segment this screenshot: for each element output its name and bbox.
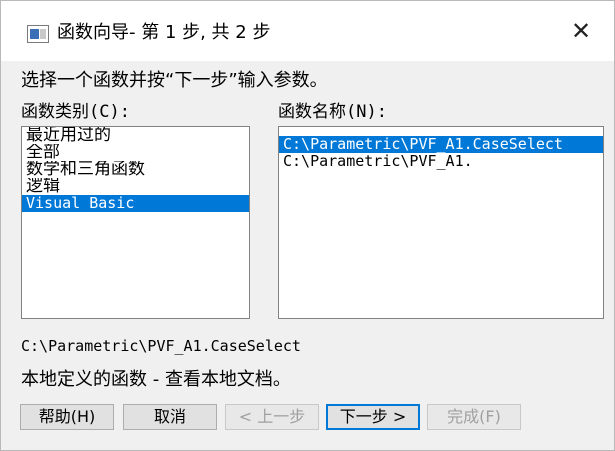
app-icon [27, 25, 49, 43]
selected-function-name: C:\Parametric\PVF_A1.CaseSelect [21, 337, 301, 355]
category-label: 函数类别(C): [21, 102, 130, 122]
category-item-all[interactable]: 全部 [22, 144, 249, 161]
category-item-visual-basic[interactable]: Visual Basic [22, 195, 249, 212]
title-bar[interactable]: 函数向导- 第 1 步, 共 2 步 ✕ [1, 1, 614, 61]
category-item-math[interactable]: 数学和三角函数 [22, 161, 249, 178]
cancel-button[interactable]: 取消 [123, 404, 217, 430]
function-listbox[interactable]: C:\Parametric\PVF_A1.CaseSelect C:\Param… [278, 126, 604, 319]
category-item-recent[interactable]: 最近用过的 [22, 127, 249, 144]
window-title: 函数向导- 第 1 步, 共 2 步 [57, 22, 271, 43]
function-item-caseselect[interactable]: C:\Parametric\PVF_A1.CaseSelect [279, 136, 603, 153]
category-item-logic[interactable]: 逻辑 [22, 178, 249, 195]
category-listbox[interactable]: 最近用过的 全部 数学和三角函数 逻辑 Visual Basic [21, 126, 250, 319]
finish-button[interactable]: 完成(F) [427, 404, 521, 430]
function-description: 本地定义的函数 - 查看本地文档。 [21, 369, 291, 390]
instruction-text: 选择一个函数并按“下一步”输入参数。 [21, 70, 328, 91]
function-wizard-dialog: 函数向导- 第 1 步, 共 2 步 ✕ 选择一个函数并按“下一步”输入参数。 … [0, 0, 615, 451]
function-item-pvf-a1[interactable]: C:\Parametric\PVF_A1. [279, 153, 603, 170]
back-button[interactable]: < 上一步 [225, 404, 319, 430]
next-button[interactable]: 下一步 > [326, 404, 420, 430]
help-button[interactable]: 帮助(H) [20, 404, 114, 430]
function-name-label: 函数名称(N): [278, 102, 387, 122]
close-icon[interactable]: ✕ [557, 9, 605, 53]
